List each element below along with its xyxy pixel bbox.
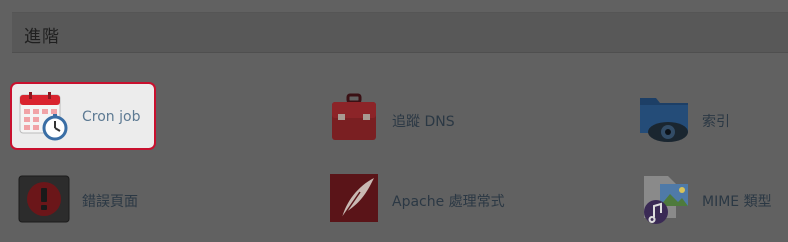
cron-job-link[interactable]: Cron job	[10, 82, 156, 150]
error-pages-link[interactable]: 錯誤頁面	[12, 164, 162, 228]
cron-calendar-clock-icon	[19, 92, 68, 141]
folder-eye-icon	[640, 98, 688, 142]
section-title: 進階	[24, 27, 60, 47]
mime-types-label: MIME 類型	[702, 194, 772, 210]
cron-job-label: Cron job	[82, 109, 141, 125]
section-header-advanced: 進階	[12, 12, 788, 53]
toolbox-icon	[332, 93, 376, 140]
mime-types-link[interactable]: MIME 類型	[632, 164, 788, 228]
error-pages-label: 錯誤頁面	[82, 194, 138, 210]
mime-music-image-icon	[644, 176, 688, 224]
apache-handlers-label: Apache 處理常式	[392, 194, 505, 210]
indexes-label: 索引	[702, 114, 730, 130]
apache-feather-icon	[330, 174, 378, 222]
error-page-icon	[18, 175, 70, 223]
indexes-link[interactable]: 索引	[632, 84, 752, 148]
track-dns-label: 追蹤 DNS	[392, 114, 455, 130]
apache-handlers-link[interactable]: Apache 處理常式	[322, 164, 522, 228]
track-dns-link[interactable]: 追蹤 DNS	[322, 84, 472, 148]
